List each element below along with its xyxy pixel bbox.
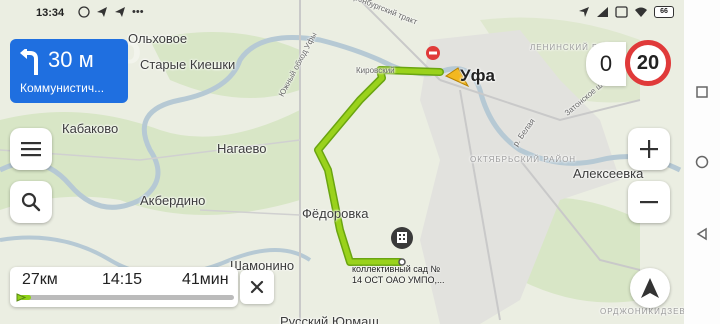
trip-duration: 41мин [182, 271, 229, 288]
search-icon [21, 192, 41, 212]
whatsapp-icon [78, 6, 90, 18]
speed-limit-sign: 20 [625, 40, 671, 86]
destination-label[interactable]: коллективный сад № 14 ОСТ ОАО УМПО,... [352, 264, 445, 287]
trip-distance: 27км [22, 271, 58, 288]
district-label: Ленинский район [530, 43, 625, 52]
city-label: Уфа [460, 66, 495, 85]
trip-progress-bar [20, 295, 234, 300]
plus-icon [640, 140, 658, 158]
place-label: Нагаево [217, 141, 267, 156]
menu-icon [21, 142, 41, 157]
compass-button[interactable] [630, 268, 670, 308]
direction-card[interactable]: 30 м Коммунистич... [10, 39, 128, 103]
notification-icons: ••• [78, 6, 144, 18]
trip-eta: 14:15 [102, 271, 143, 288]
zoom-out-button[interactable] [628, 181, 670, 223]
place-label: Кабаково [62, 121, 119, 136]
status-bar: 13:34 ••• 66 [0, 0, 720, 28]
district-label: Октябрьский район [470, 155, 577, 164]
direction-street: Коммунистич... [20, 81, 105, 95]
minus-icon [640, 201, 658, 204]
close-icon [250, 280, 264, 294]
send-icon [115, 7, 125, 17]
place-label: Старые Киешки [140, 57, 236, 72]
sim-icon [615, 6, 628, 18]
current-speed: 0 [586, 42, 626, 86]
place-label: Фёдоровка [302, 206, 369, 221]
system-navigation-bar [684, 0, 720, 324]
back-icon [696, 227, 707, 241]
status-time: 13:34 [36, 7, 65, 19]
battery-icon: 66 [654, 6, 674, 18]
signal-icon [597, 7, 608, 17]
more-icon: ••• [132, 6, 144, 18]
place-label: Акбердино [140, 193, 206, 208]
location-icon [579, 7, 589, 17]
navigation-arrow-icon [641, 278, 659, 298]
destination-line-2: 14 ОСТ ОАО УМПО,... [352, 275, 445, 286]
close-route-button[interactable] [240, 270, 274, 304]
turn-left-icon [20, 49, 38, 75]
send-icon [97, 7, 107, 17]
back-button[interactable] [694, 226, 710, 242]
destination-line-1: коллективный сад № [352, 264, 441, 274]
system-icons: 66 [578, 6, 674, 18]
menu-button[interactable] [10, 128, 52, 170]
trip-summary-panel[interactable]: 27км 14:15 41мин [10, 267, 238, 307]
home-icon [695, 155, 709, 169]
road-label: Кировский [356, 66, 395, 75]
search-button[interactable] [10, 181, 52, 223]
place-label: Русский Юрмаш [280, 314, 379, 324]
wifi-icon [635, 7, 647, 17]
home-button[interactable] [694, 154, 710, 170]
recent-apps-icon [696, 86, 708, 98]
zoom-in-button[interactable] [628, 128, 670, 170]
start-flag-icon [16, 293, 26, 302]
direction-distance: 30 м [48, 47, 94, 72]
recent-apps-button[interactable] [694, 84, 710, 100]
